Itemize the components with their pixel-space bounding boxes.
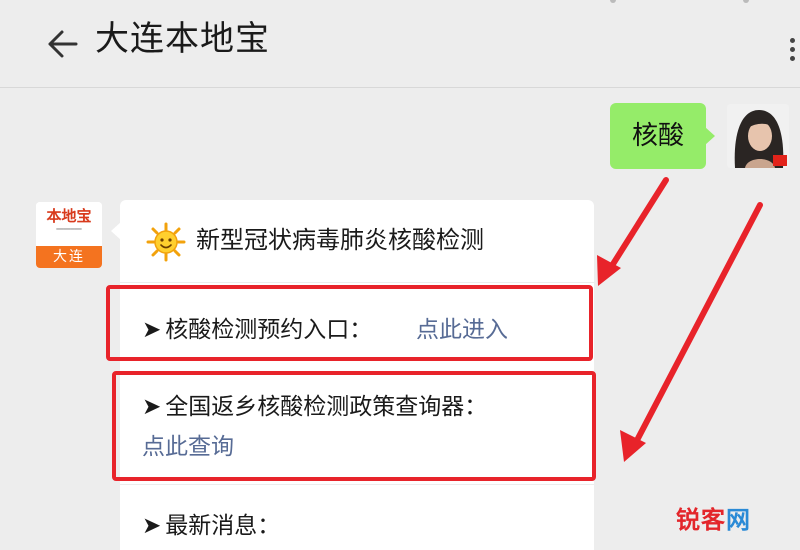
annotation-arrow-1 (597, 177, 669, 286)
list-item: ➤ 核酸检测预约入口： (142, 312, 372, 348)
item-label: 核酸检测预约入口： (165, 317, 373, 343)
divider (120, 282, 594, 283)
user-message-bubble[interactable]: 核酸 (610, 103, 715, 169)
arrow-bullet-icon: ➤ (142, 317, 162, 343)
bot-avatar-city: 大连 (36, 246, 102, 268)
arrow-left-icon[interactable] (40, 24, 80, 64)
list-item: ➤ 全国返乡核酸检测政策查询器： (142, 389, 487, 425)
annotation-arrow-2 (620, 202, 763, 462)
sun-emoji-icon (146, 222, 186, 262)
status-dot (610, 0, 616, 3)
message-headline: 新型冠状病毒肺炎核酸检测 (196, 226, 484, 254)
arrow-bullet-icon: ➤ (142, 513, 162, 539)
bot-avatar[interactable]: 本地宝 ━━━━━━━ 大连 (36, 202, 102, 268)
logo-domain-mark: ━━━━━━━ (56, 226, 82, 233)
user-avatar[interactable] (727, 104, 789, 168)
divider (120, 372, 594, 373)
flag-badge (773, 155, 787, 166)
status-dot (743, 0, 749, 3)
arrow-bullet-icon: ➤ (142, 394, 162, 420)
chat-title: 大连本地宝 (95, 19, 270, 59)
watermark: 锐客网 (676, 506, 751, 534)
vertical-ellipsis-icon[interactable] (786, 38, 800, 64)
chat-header: 大连本地宝 (0, 0, 800, 88)
divider (120, 484, 594, 485)
list-item: ➤ 最新消息： (142, 508, 280, 544)
bot-logo: 本地宝 ━━━━━━━ (36, 202, 102, 246)
item-label: 最新消息： (165, 513, 281, 539)
appointment-entry-link[interactable]: 点此进入 (416, 312, 508, 348)
item-label: 全国返乡核酸检测政策查询器： (165, 394, 488, 420)
policy-query-link[interactable]: 点此查询 (142, 429, 234, 465)
